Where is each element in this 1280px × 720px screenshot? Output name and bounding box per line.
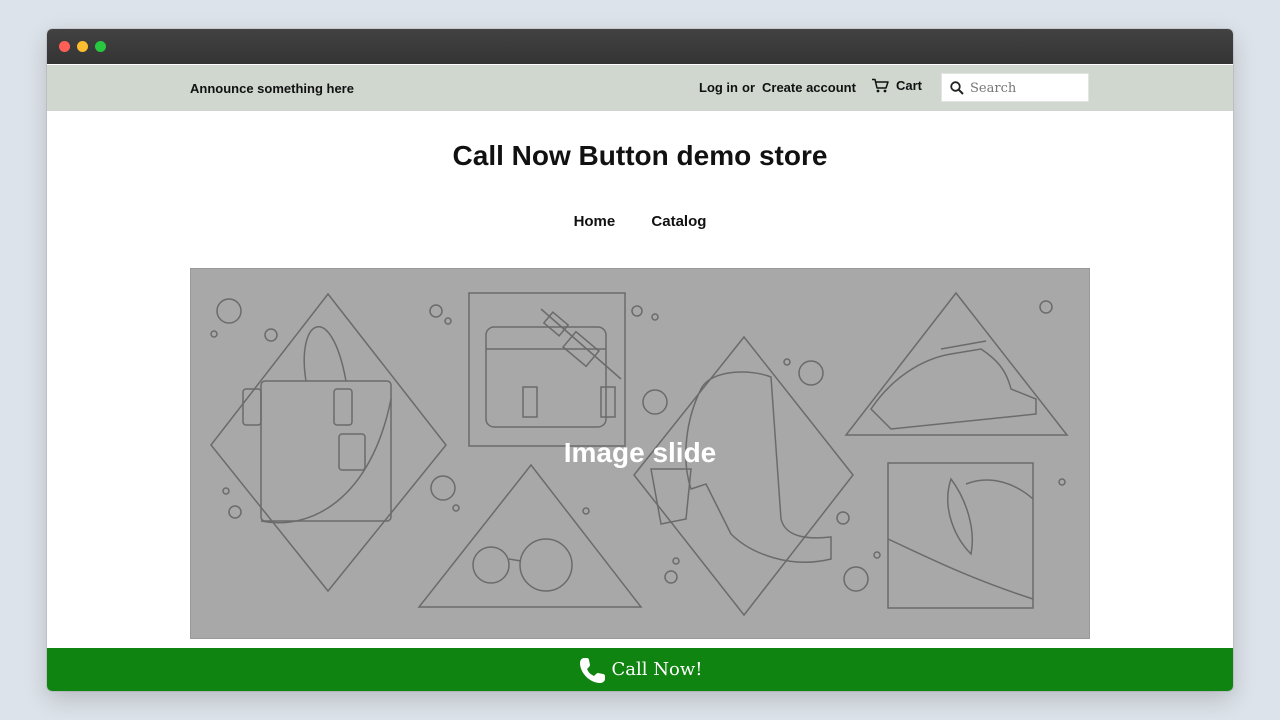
call-now-button[interactable]: Call Now! bbox=[47, 648, 1233, 691]
store-title[interactable]: Call Now Button demo store bbox=[47, 140, 1233, 172]
close-window-button[interactable] bbox=[59, 41, 70, 52]
minimize-window-button[interactable] bbox=[77, 41, 88, 52]
browser-window: Announce something here Log in or Create… bbox=[47, 29, 1233, 691]
cart-icon bbox=[872, 78, 889, 93]
maximize-window-button[interactable] bbox=[95, 41, 106, 52]
phone-icon bbox=[579, 657, 605, 683]
cart-label: Cart bbox=[896, 78, 923, 93]
login-link[interactable]: Log in bbox=[699, 80, 738, 95]
announcement-bar: Announce something here Log in or Create… bbox=[47, 65, 1233, 111]
cart-link[interactable]: Cart bbox=[871, 78, 922, 93]
search-box[interactable] bbox=[941, 73, 1089, 102]
search-input[interactable] bbox=[970, 78, 1082, 98]
announcement-text: Announce something here bbox=[190, 81, 354, 96]
search-icon bbox=[950, 81, 964, 95]
call-now-label: Call Now! bbox=[611, 659, 703, 680]
hero-slide: Image slide bbox=[190, 268, 1090, 639]
window-titlebar bbox=[47, 29, 1233, 64]
or-separator: or bbox=[742, 80, 755, 95]
slide-caption: Image slide bbox=[563, 437, 717, 468]
main-nav: Home Catalog bbox=[47, 213, 1233, 230]
create-account-link[interactable]: Create account bbox=[762, 80, 856, 95]
nav-item-home[interactable]: Home bbox=[574, 213, 616, 230]
nav-item-catalog[interactable]: Catalog bbox=[651, 213, 706, 230]
